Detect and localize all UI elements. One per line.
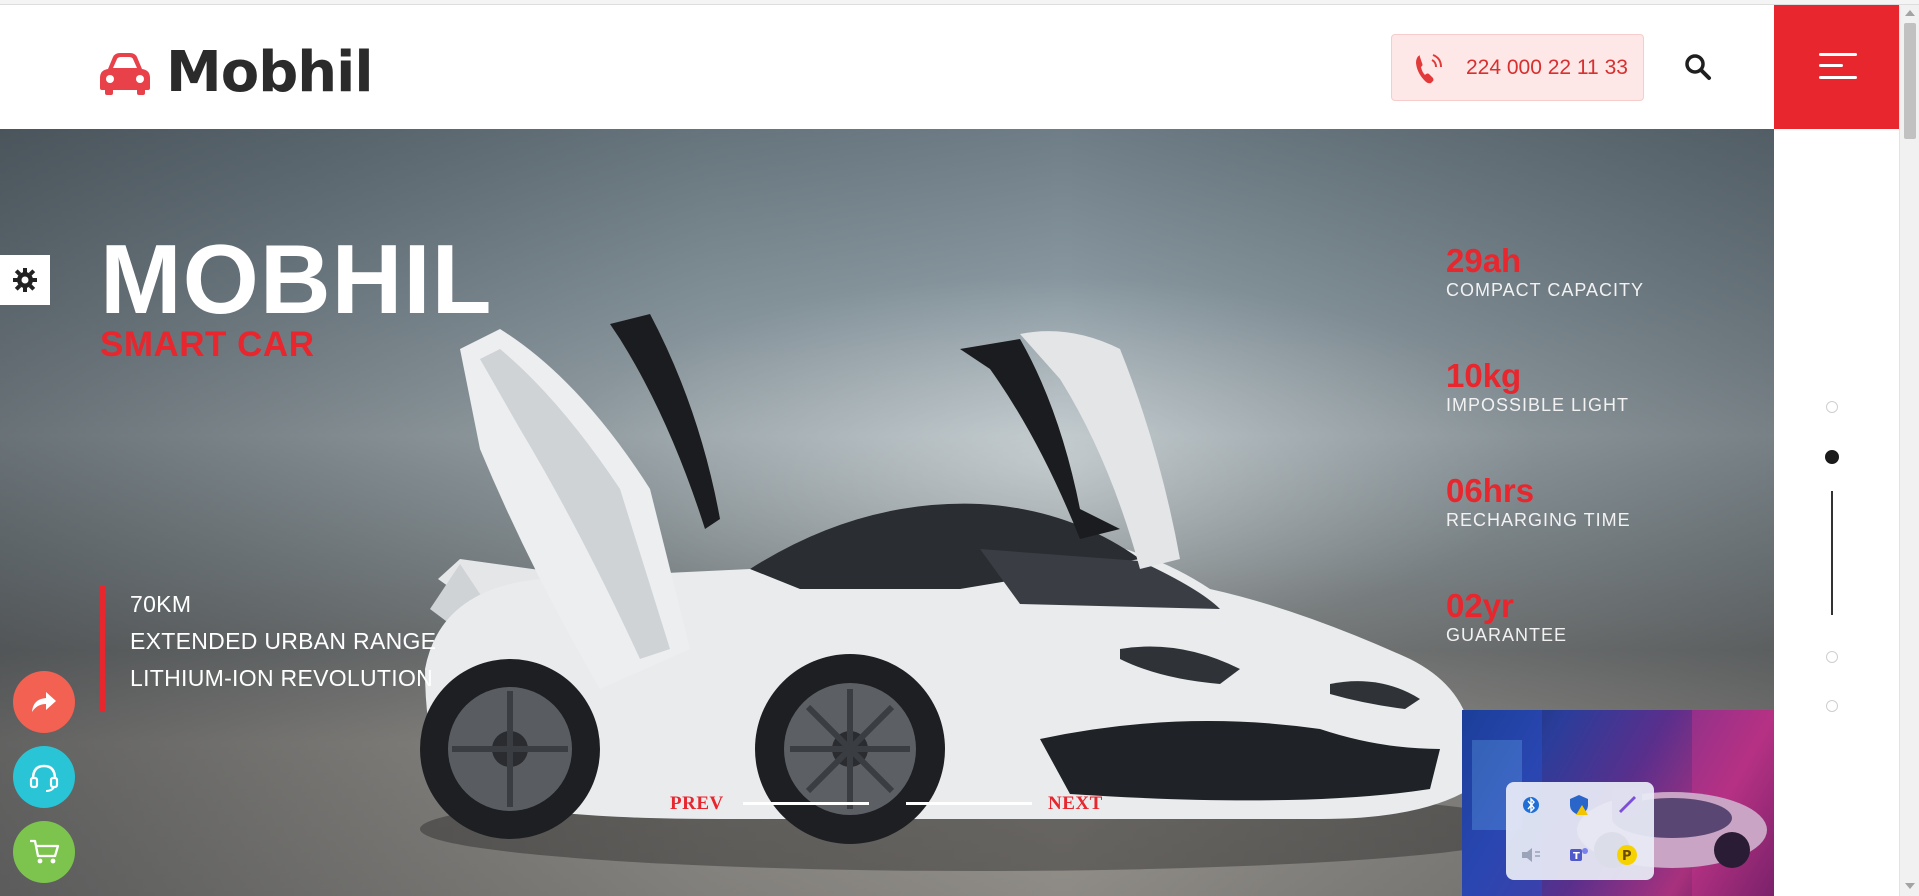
bluetooth-icon[interactable] bbox=[1516, 790, 1546, 820]
hero-subtitle: SMART CAR bbox=[100, 325, 315, 364]
spec-line: 70KM bbox=[130, 591, 192, 617]
phone-contact[interactable]: 224 000 22 11 33 bbox=[1391, 34, 1644, 101]
pagination-dot-active[interactable] bbox=[1825, 450, 1839, 464]
stat-guarantee: 02yr GUARANTEE bbox=[1446, 588, 1567, 646]
stat-value: 29ah bbox=[1446, 242, 1522, 279]
stat-weight: 10kg IMPOSSIBLE LIGHT bbox=[1446, 358, 1629, 416]
headset-icon bbox=[29, 764, 59, 792]
pagination-line bbox=[1831, 491, 1833, 615]
hero-title: MOBHIL bbox=[100, 224, 493, 334]
cart-icon bbox=[30, 839, 60, 864]
stat-label: IMPOSSIBLE LIGHT bbox=[1446, 395, 1630, 415]
parking-icon[interactable]: P bbox=[1612, 840, 1642, 870]
stat-capacity: 29ah COMPACT CAPACITY bbox=[1446, 243, 1644, 301]
stat-value: 02yr bbox=[1446, 587, 1514, 624]
prev-line bbox=[743, 802, 869, 805]
system-tray-popup: T P bbox=[1506, 782, 1654, 880]
spec-line: EXTENDED URBAN RANGE bbox=[130, 628, 437, 654]
prev-button[interactable]: PREV bbox=[670, 793, 724, 815]
pagination-dot[interactable] bbox=[1826, 401, 1838, 413]
section-pagination bbox=[1774, 129, 1899, 896]
page: Mobhil 224 000 22 11 33 MOBHIL SMART CAR… bbox=[0, 0, 1919, 896]
phone-number: 224 000 22 11 33 bbox=[1466, 55, 1628, 79]
search-icon[interactable] bbox=[1683, 52, 1713, 82]
next-line bbox=[906, 802, 1032, 805]
gear-icon bbox=[13, 268, 37, 292]
stat-label: RECHARGING TIME bbox=[1446, 510, 1631, 530]
scroll-up-arrow[interactable] bbox=[1905, 10, 1915, 16]
spec-line: LITHIUM-ION REVOLUTION bbox=[130, 665, 434, 691]
pagination-dot[interactable] bbox=[1826, 651, 1838, 663]
page-scrollbar[interactable] bbox=[1899, 5, 1919, 896]
svg-text:P: P bbox=[1622, 849, 1632, 864]
menu-button[interactable] bbox=[1774, 5, 1899, 129]
speaker-icon[interactable] bbox=[1516, 840, 1546, 870]
share-icon bbox=[32, 692, 56, 712]
stat-label: COMPACT CAPACITY bbox=[1446, 280, 1645, 300]
hero-specs: 70KM EXTENDED URBAN RANGE LITHIUM-ION RE… bbox=[100, 586, 436, 712]
scroll-thumb[interactable] bbox=[1904, 23, 1916, 139]
car-icon bbox=[100, 53, 150, 95]
settings-toggle[interactable] bbox=[0, 255, 50, 305]
security-warning-icon[interactable] bbox=[1564, 790, 1594, 820]
pagination-dot[interactable] bbox=[1826, 700, 1838, 712]
scroll-down-arrow[interactable] bbox=[1905, 883, 1915, 889]
phone-icon bbox=[1416, 53, 1442, 83]
support-button[interactable] bbox=[13, 746, 75, 808]
svg-text:T: T bbox=[1573, 851, 1580, 862]
stat-recharge: 06hrs RECHARGING TIME bbox=[1446, 473, 1631, 531]
pen-icon[interactable] bbox=[1612, 788, 1642, 818]
stat-label: GUARANTEE bbox=[1446, 625, 1568, 645]
brand-name: Mobhil bbox=[166, 40, 374, 105]
cart-button[interactable] bbox=[13, 821, 75, 883]
stat-value: 10kg bbox=[1446, 357, 1522, 394]
next-button[interactable]: NEXT bbox=[1048, 793, 1103, 815]
share-button[interactable] bbox=[13, 671, 75, 733]
site-header: Mobhil 224 000 22 11 33 bbox=[0, 5, 1774, 129]
teams-icon[interactable]: T bbox=[1564, 840, 1594, 870]
hero-car-image bbox=[420, 314, 1540, 871]
stat-value: 06hrs bbox=[1446, 472, 1535, 509]
brand-logo[interactable]: Mobhil bbox=[98, 40, 374, 105]
